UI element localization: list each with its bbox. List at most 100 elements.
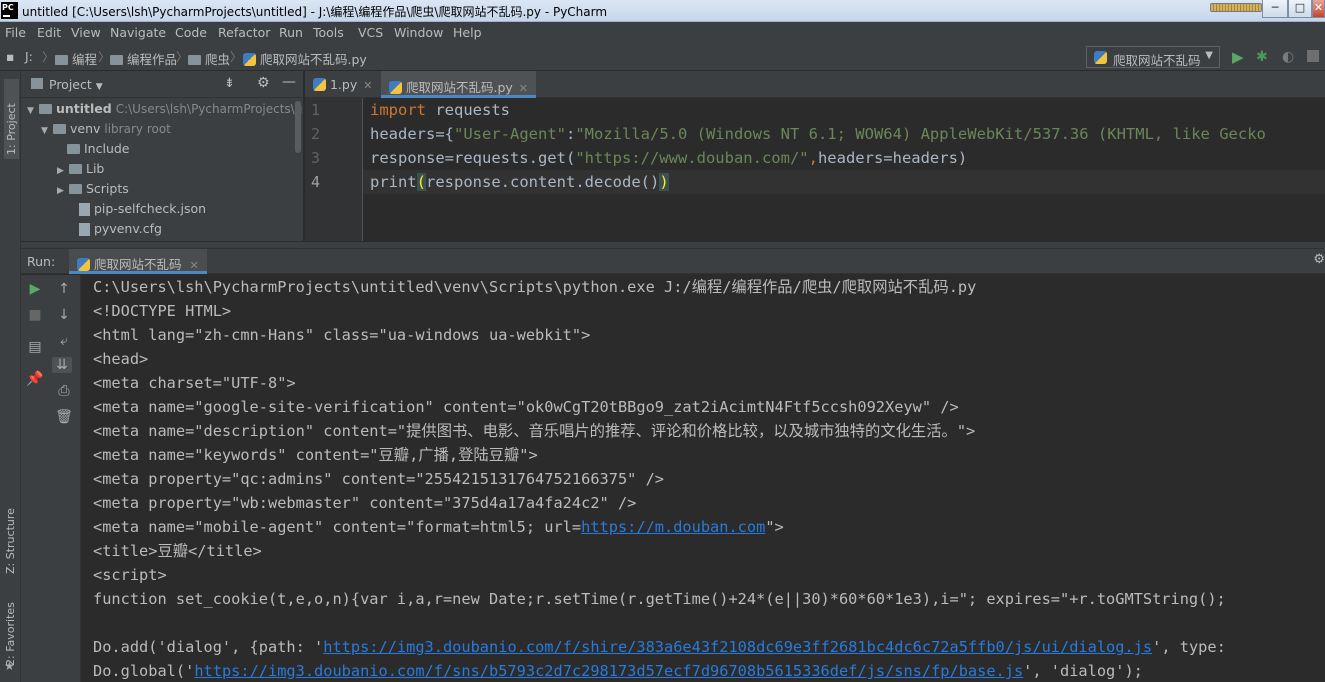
console-line: <meta name="keywords" content="豆瓣,广播,登陆豆… (93, 446, 538, 464)
line-number: 1 (311, 101, 321, 119)
breadcrumb-folder-2[interactable]: 编程作品 (110, 49, 177, 68)
editor-tab-bar: 1.py ✕ 爬取网站不乱码.py ✕ (305, 71, 1325, 98)
close-tab-icon[interactable]: ✕ (519, 82, 528, 95)
menu-file[interactable]: File (5, 25, 26, 40)
console-text: "> (765, 518, 784, 536)
breadcrumb-folder-1[interactable]: 编程 (55, 49, 97, 68)
close-tab-icon[interactable]: ✕ (189, 259, 198, 272)
project-icon (31, 78, 43, 89)
folder-icon (39, 103, 52, 114)
tab-label: 爬取网站不乱码.py (405, 80, 513, 95)
file-icon (79, 223, 90, 236)
run-label: Run: (27, 254, 56, 269)
console-line: <!DOCTYPE HTML> (93, 302, 232, 320)
tab-project-label: 1: Project (5, 103, 18, 155)
menu-run[interactable]: Run (279, 25, 303, 40)
gear-icon[interactable]: ⚙ (1313, 252, 1325, 267)
maximize-button[interactable]: □ (1288, 0, 1312, 18)
console-line: <html lang="zh-cmn-Hans" class="ua-windo… (93, 326, 591, 344)
tab-label: 1.py (329, 77, 358, 92)
python-icon (1094, 51, 1107, 64)
gear-icon[interactable]: ⚙ (257, 75, 270, 91)
console-link[interactable]: https://img3.doubanio.com/f/sns/b5793c2d… (194, 662, 1023, 680)
project-scrollbar[interactable] (295, 101, 301, 153)
code-text: requests (426, 101, 510, 119)
up-arrow-icon[interactable]: ↑ (54, 281, 74, 297)
left-tool-window-strip: 1: Project Z: Structure 2: Favorites ★ (0, 71, 21, 682)
tree-item-include[interactable]: Include (67, 141, 130, 156)
console-link[interactable]: https://m.douban.com (581, 518, 765, 536)
python-file-icon (243, 53, 256, 66)
menu-window[interactable]: Window (394, 25, 443, 40)
tab-crawler-py[interactable]: 爬取网站不乱码.py ✕ (381, 71, 537, 98)
down-arrow-icon[interactable]: ↓ (54, 307, 74, 323)
console-line: <meta name="mobile-agent" content="forma… (93, 515, 784, 539)
menu-vcs[interactable]: VCS (358, 25, 383, 40)
keyword: import (370, 101, 426, 119)
menu-edit[interactable]: Edit (37, 25, 61, 40)
breadcrumb-separator-icon: 〉 (176, 50, 189, 64)
line-number: 3 (311, 149, 321, 167)
run-icon[interactable]: ▶ (1232, 47, 1244, 67)
breadcrumb-label: 爬取网站不乱码.py (259, 52, 367, 67)
tree-item-venv[interactable]: ▼ venv library root (41, 121, 171, 136)
console-line: <meta name="google-site-verification" co… (93, 398, 959, 416)
tree-item-scripts[interactable]: ▶ Scripts (57, 181, 129, 196)
console-output[interactable]: C:\Users\lsh\PycharmProjects\untitled\ve… (82, 275, 1325, 682)
console-line: <title>豆瓣</title> (93, 542, 262, 560)
editor-area: 1.py ✕ 爬取网站不乱码.py ✕ 1 2 3 4 import request… (305, 71, 1325, 241)
menu-view[interactable]: View (71, 25, 101, 40)
console-text: ', 'dialog'); (1023, 662, 1143, 680)
close-tab-icon[interactable]: ✕ (363, 79, 372, 92)
layout-icon[interactable]: ▤ (25, 339, 45, 355)
menu-help[interactable]: Help (453, 25, 482, 40)
tab-1-py[interactable]: 1.py ✕ (305, 71, 380, 98)
menu-refactor[interactable]: Refactor (218, 25, 270, 40)
trash-icon[interactable]: 🗑 (54, 409, 74, 425)
tree-item-lib[interactable]: ▶ Lib (57, 161, 104, 176)
run-side-toolbar: ▶ ↑ ■ ↓ ⤶ ▤ ⇊ 📌 ⎙ 🗑 (21, 275, 81, 682)
tree-item-untitled[interactable]: ▼ untitled C:\Users\lsh\PycharmProjects\… (27, 101, 310, 116)
horizontal-splitter[interactable] (21, 241, 1325, 248)
stop-icon[interactable]: ■ (25, 307, 45, 323)
tab-favorites[interactable]: 2: Favorites (4, 596, 17, 666)
menu-code[interactable]: Code (175, 25, 207, 40)
pin-icon[interactable]: 📌 (25, 371, 45, 387)
file-icon (79, 203, 90, 216)
line-number: 4 (311, 173, 321, 191)
project-view-selector[interactable]: Project ▼ (49, 77, 103, 92)
menu-navigate[interactable]: Navigate (110, 25, 166, 40)
rerun-icon[interactable]: ▶ (25, 281, 45, 297)
print-icon[interactable]: ⎙ (54, 383, 74, 399)
tree-item-pyvenv[interactable]: pyvenv.cfg (79, 221, 162, 236)
code-line: import requests (370, 98, 510, 122)
tree-item-pip-selfcheck[interactable]: pip-selfcheck.json (79, 201, 206, 216)
scroll-to-end-icon[interactable]: ⇊ (52, 357, 72, 373)
breadcrumb-folder-3[interactable]: 爬虫 (188, 49, 230, 68)
code-text: response.content.decode() (426, 173, 660, 191)
paren-match: ) (659, 173, 669, 191)
console-link[interactable]: https://img3.doubanio.com/f/shire/383a6e… (323, 638, 1152, 656)
breadcrumb-drive[interactable]: J: (25, 49, 33, 64)
stop-icon[interactable] (1307, 50, 1319, 62)
window-titlebar: PC untitled [C:\Users\lsh\PycharmProject… (0, 0, 1325, 22)
close-button[interactable]: ✕ (1312, 0, 1325, 18)
breadcrumb-file[interactable]: 爬取网站不乱码.py (243, 49, 367, 68)
minimize-button[interactable]: ─ (1262, 0, 1288, 18)
breadcrumb-separator-icon: 〉 (230, 50, 243, 64)
pycharm-logo-icon: PC (1, 2, 18, 19)
run-tab[interactable]: 爬取网站不乱码 ✕ (69, 249, 207, 274)
chevron-down-icon: ▼ (95, 82, 103, 92)
collapse-arrow-icon: ▶ (57, 186, 64, 196)
run-configuration-select[interactable]: 爬取网站不乱码 ▼ (1086, 46, 1220, 68)
collapse-all-icon[interactable]: ⇟ (224, 76, 235, 91)
breadcrumb-label: 爬虫 (204, 52, 230, 67)
hide-icon[interactable]: — (282, 74, 296, 90)
debug-icon[interactable]: ✱ (1256, 47, 1268, 67)
tab-project[interactable]: 1: Project (4, 79, 19, 159)
menu-tools[interactable]: Tools (313, 25, 344, 40)
soft-wrap-icon[interactable]: ⤶ (54, 333, 74, 349)
coverage-icon[interactable]: ◐ (1282, 47, 1294, 67)
tab-structure[interactable]: Z: Structure (4, 496, 17, 574)
code-editor[interactable]: import requests headers={"User-Agent":"M… (363, 98, 1325, 241)
